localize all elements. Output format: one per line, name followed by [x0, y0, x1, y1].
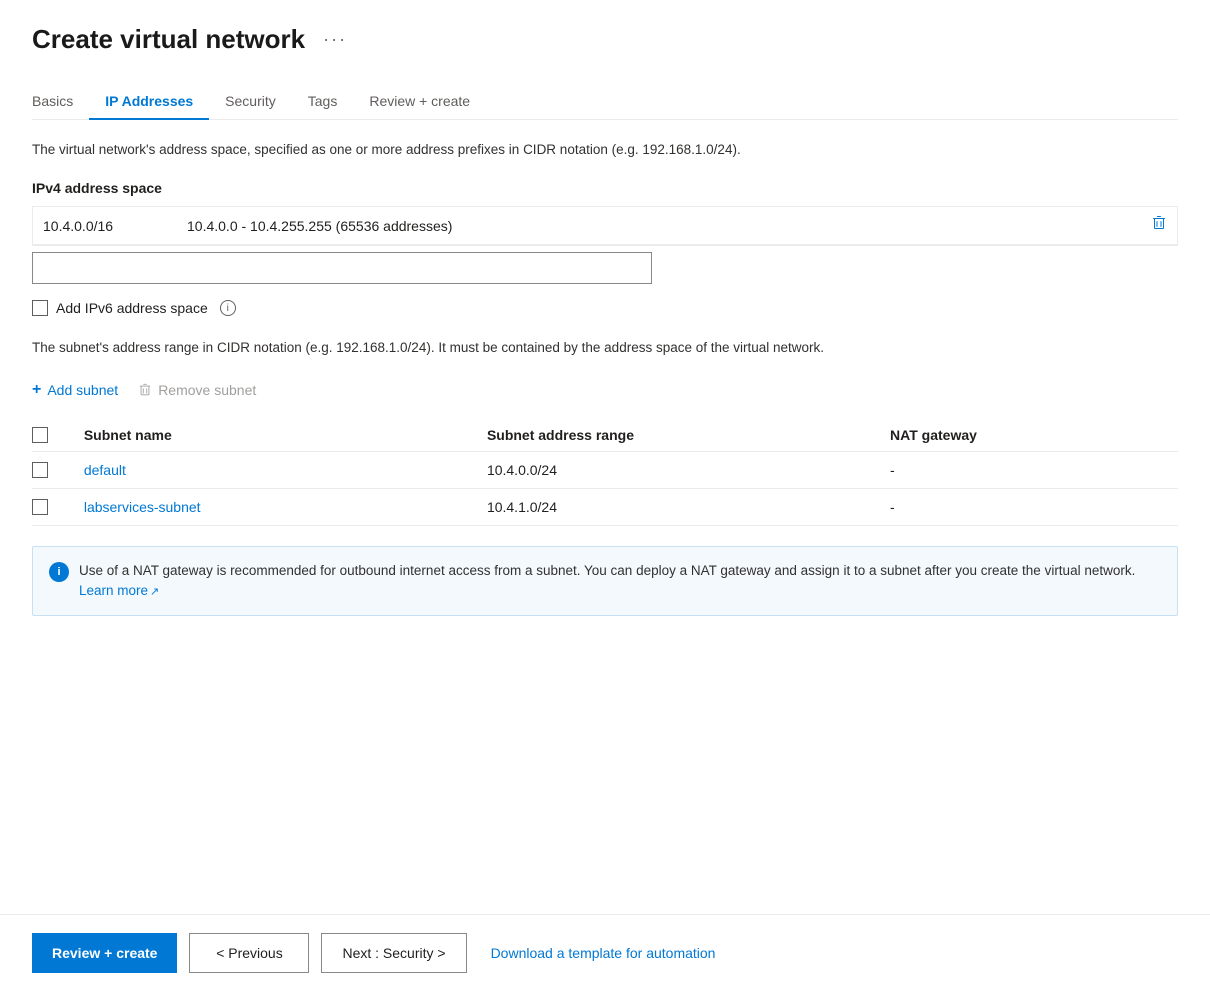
subnet-row2-checkbox-cell — [32, 488, 84, 525]
download-template-link[interactable]: Download a template for automation — [479, 937, 728, 969]
plus-icon: + — [32, 381, 41, 399]
next-security-button[interactable]: Next : Security > — [321, 933, 466, 973]
subnet-row1-checkbox[interactable] — [32, 462, 48, 478]
tab-nav: Basics IP Addresses Security Tags Review… — [32, 83, 1178, 120]
tab-security[interactable]: Security — [209, 83, 292, 119]
page-title: Create virtual network — [32, 24, 305, 55]
table-row: labservices-subnet 10.4.1.0/24 - — [32, 488, 1178, 525]
subnet-col-name-header: Subnet name — [84, 419, 487, 452]
subnet-row2-checkbox[interactable] — [32, 499, 48, 515]
tab-basics[interactable]: Basics — [32, 83, 89, 119]
ipv6-checkbox-row: Add IPv6 address space i — [32, 300, 1178, 316]
subnet-row1-range-cell: 10.4.0.0/24 — [487, 451, 890, 488]
ipv6-checkbox-label: Add IPv6 address space — [56, 300, 208, 316]
subnet-row1-checkbox-cell — [32, 451, 84, 488]
subnet-col-nat-header: NAT gateway — [890, 419, 1178, 452]
subnet-col-range-header: Subnet address range — [487, 419, 890, 452]
page-footer: Review + create < Previous Next : Securi… — [0, 914, 1210, 991]
subnet-row1-link[interactable]: default — [84, 462, 126, 478]
subnet-actions-row: + Add subnet Remove subnet — [32, 377, 1178, 403]
learn-more-link[interactable]: Learn more↗ — [79, 583, 159, 598]
review-create-button[interactable]: Review + create — [32, 933, 177, 973]
ipv4-section-label: IPv4 address space — [32, 180, 1178, 196]
tab-review-create[interactable]: Review + create — [353, 83, 486, 119]
address-space-input[interactable] — [32, 252, 652, 284]
ipv6-info-icon[interactable]: i — [220, 300, 236, 316]
delete-ipv4-icon[interactable] — [1151, 215, 1167, 236]
nat-info-banner: i Use of a NAT gateway is recommended fo… — [32, 546, 1178, 617]
ipv4-cidr: 10.4.0.0/16 — [43, 218, 163, 234]
select-all-checkbox[interactable] — [32, 427, 48, 443]
ipv4-range-detail: 10.4.0.0 - 10.4.255.255 (65536 addresses… — [187, 218, 1127, 234]
nat-info-text: Use of a NAT gateway is recommended for … — [79, 561, 1161, 602]
table-row: default 10.4.0.0/24 - — [32, 451, 1178, 488]
subnet-row2-name-cell: labservices-subnet — [84, 488, 487, 525]
info-circle-icon: i — [49, 562, 69, 582]
subnet-row2-link[interactable]: labservices-subnet — [84, 499, 201, 515]
add-subnet-label: Add subnet — [47, 382, 118, 398]
tab-ip-addresses[interactable]: IP Addresses — [89, 83, 209, 119]
add-subnet-button[interactable]: + Add subnet — [32, 377, 118, 403]
ipv6-checkbox[interactable] — [32, 300, 48, 316]
subnet-table: Subnet name Subnet address range NAT gat… — [32, 419, 1178, 526]
trash-icon — [138, 383, 152, 397]
address-space-description: The virtual network's address space, spe… — [32, 140, 1178, 160]
subnet-col-checkbox-header — [32, 419, 84, 452]
ellipsis-menu-button[interactable]: ··· — [317, 25, 353, 54]
subnet-row2-nat-cell: - — [890, 488, 1178, 525]
subnet-row1-nat-cell: - — [890, 451, 1178, 488]
subnet-description: The subnet's address range in CIDR notat… — [32, 338, 1178, 358]
remove-subnet-button[interactable]: Remove subnet — [138, 378, 256, 402]
previous-button[interactable]: < Previous — [189, 933, 309, 973]
remove-subnet-label: Remove subnet — [158, 382, 256, 398]
external-link-icon: ↗ — [150, 584, 159, 601]
subnet-row1-name-cell: default — [84, 451, 487, 488]
subnet-row2-range-cell: 10.4.1.0/24 — [487, 488, 890, 525]
ipv4-address-row: 10.4.0.0/16 10.4.0.0 - 10.4.255.255 (655… — [33, 207, 1177, 245]
tab-tags[interactable]: Tags — [292, 83, 354, 119]
